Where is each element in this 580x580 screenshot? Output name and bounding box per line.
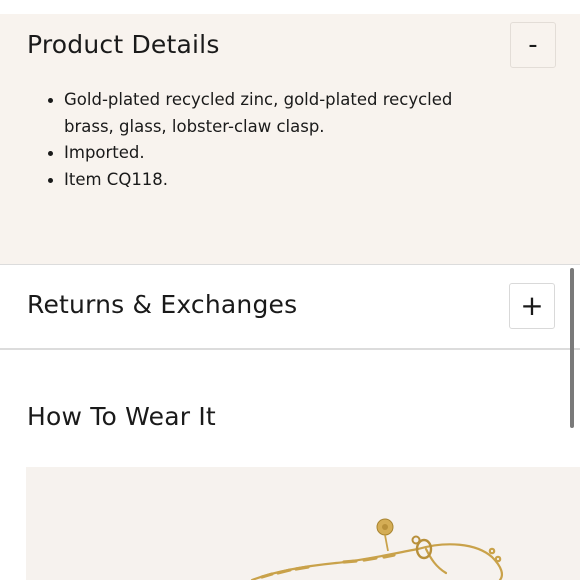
minus-icon: -	[528, 30, 538, 60]
scrollbar-thumb[interactable]	[570, 268, 574, 428]
top-strip	[0, 0, 580, 14]
how-to-wear-title: How To Wear It	[27, 402, 216, 431]
collapse-details-button[interactable]: -	[510, 22, 556, 68]
returns-exchanges-title[interactable]: Returns & Exchanges	[27, 290, 297, 319]
expand-returns-button[interactable]: +	[509, 283, 555, 329]
charm-icon	[376, 518, 394, 552]
list-item: Imported.	[44, 140, 484, 167]
chain-bead	[488, 547, 496, 555]
product-details-list: Gold-plated recycled zinc, gold-plated r…	[44, 87, 484, 193]
list-item: Gold-plated recycled zinc, gold-plated r…	[44, 87, 484, 140]
plus-icon: +	[520, 289, 544, 322]
product-details-section: Product Details - Gold-plated recycled z…	[0, 14, 580, 264]
list-item: Item CQ118.	[44, 167, 484, 194]
product-image[interactable]	[26, 467, 580, 580]
chain-extender	[424, 547, 448, 575]
product-details-title[interactable]: Product Details	[27, 30, 220, 59]
chain-links-middle	[342, 553, 396, 564]
chain-bead	[494, 555, 502, 563]
bracelet-chain-image	[250, 518, 503, 580]
chain-links-left	[260, 565, 310, 579]
returns-exchanges-section[interactable]: Returns & Exchanges +	[0, 265, 580, 348]
divider	[0, 348, 580, 350]
